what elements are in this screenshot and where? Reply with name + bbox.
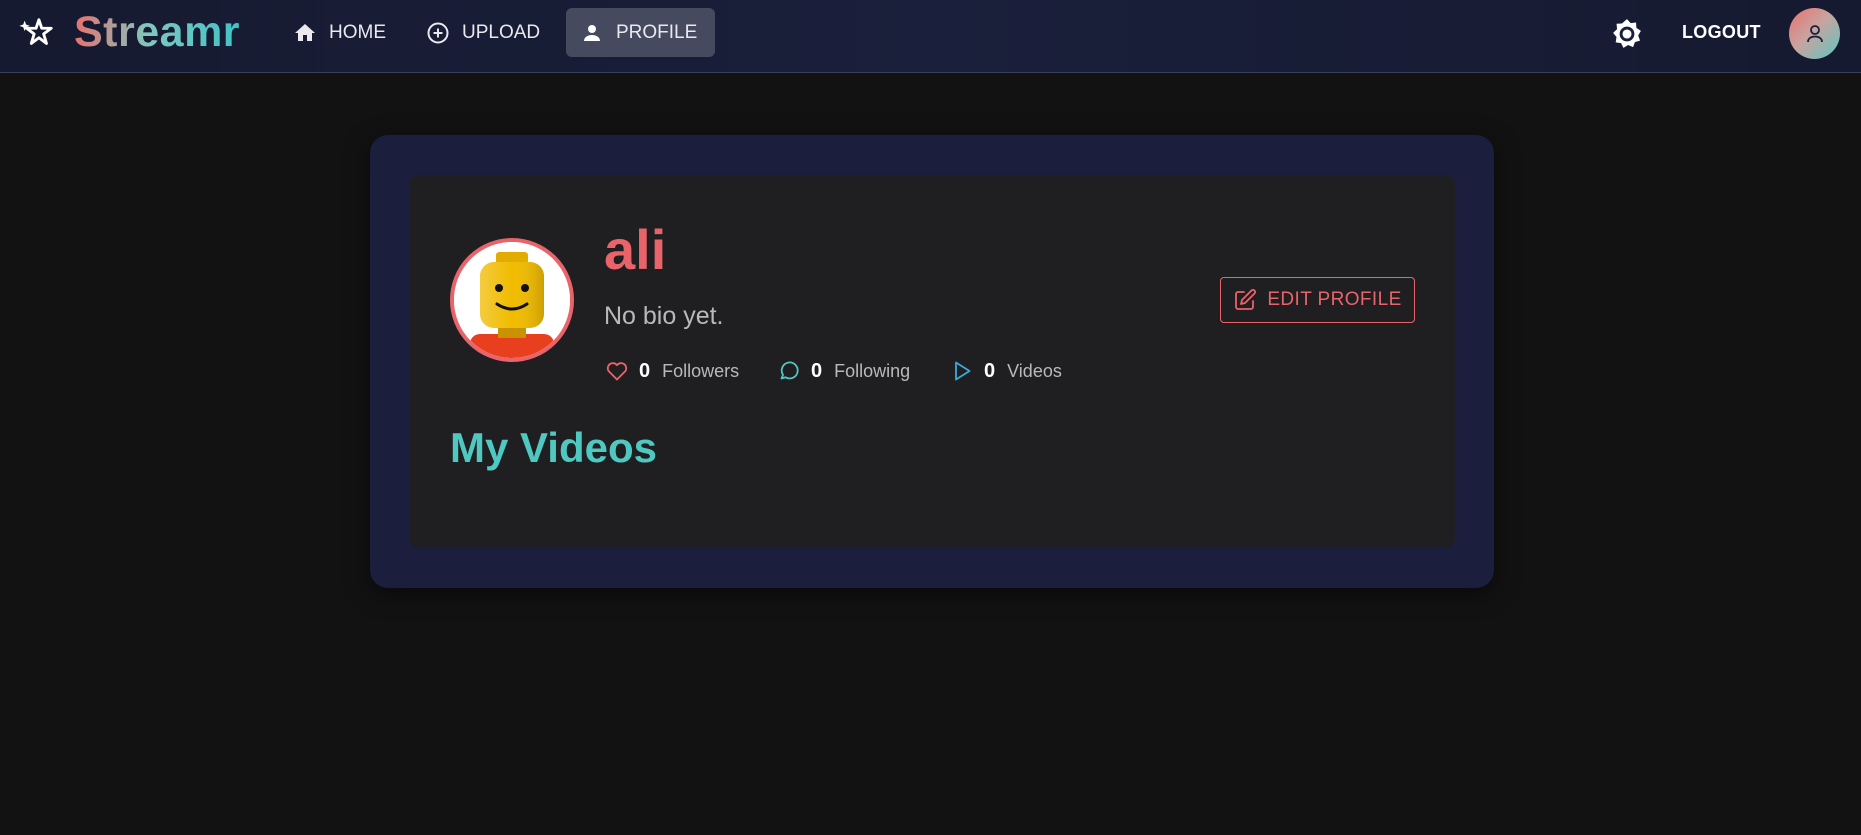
nav-profile-label: PROFILE: [616, 21, 698, 43]
followers-count: 0: [639, 359, 651, 382]
heart-icon: [606, 362, 628, 381]
stat-following[interactable]: 0 Following: [777, 358, 910, 384]
videos-label: Videos: [1007, 360, 1062, 381]
lego-head-avatar: [454, 242, 570, 358]
top-navbar: Streamr HOME UPLOAD PROFILE LOGOUT: [0, 0, 1861, 73]
edit-profile-label: EDIT PROFILE: [1267, 289, 1402, 310]
profile-avatar[interactable]: [450, 238, 574, 362]
profile-card: [410, 175, 1455, 548]
logout-button[interactable]: LOGOUT: [1682, 22, 1761, 43]
nav-profile[interactable]: PROFILE: [566, 8, 715, 57]
brightness-icon[interactable]: [1610, 17, 1644, 51]
play-icon: [955, 361, 971, 381]
following-count: 0: [811, 359, 823, 382]
nav-upload-label: UPLOAD: [462, 21, 541, 43]
stat-followers[interactable]: 0 Followers: [605, 358, 739, 384]
user-avatar-icon: [1806, 24, 1823, 42]
edit-profile-button[interactable]: EDIT PROFILE: [1220, 277, 1415, 323]
home-icon: [295, 23, 315, 41]
followers-label: Followers: [662, 360, 740, 381]
account-avatar[interactable]: [1789, 8, 1840, 59]
nav-upload[interactable]: UPLOAD: [412, 8, 554, 57]
add-circle-icon: [427, 22, 449, 43]
chat-bubble-icon: [780, 361, 799, 380]
nav-home-label: HOME: [329, 21, 386, 43]
edit-icon: [1235, 289, 1257, 310]
app-logo-text[interactable]: Streamr: [74, 8, 240, 57]
person-icon: [584, 24, 600, 41]
nav-home[interactable]: HOME: [279, 8, 400, 57]
my-videos-heading: My Videos: [450, 424, 657, 471]
stat-videos[interactable]: 0 Videos: [950, 358, 1062, 384]
videos-count: 0: [984, 359, 996, 382]
following-label: Following: [834, 360, 911, 381]
profile-bio: No bio yet.: [604, 302, 724, 330]
sparkle-star-icon[interactable]: [18, 14, 56, 52]
profile-username: ali: [604, 218, 667, 281]
